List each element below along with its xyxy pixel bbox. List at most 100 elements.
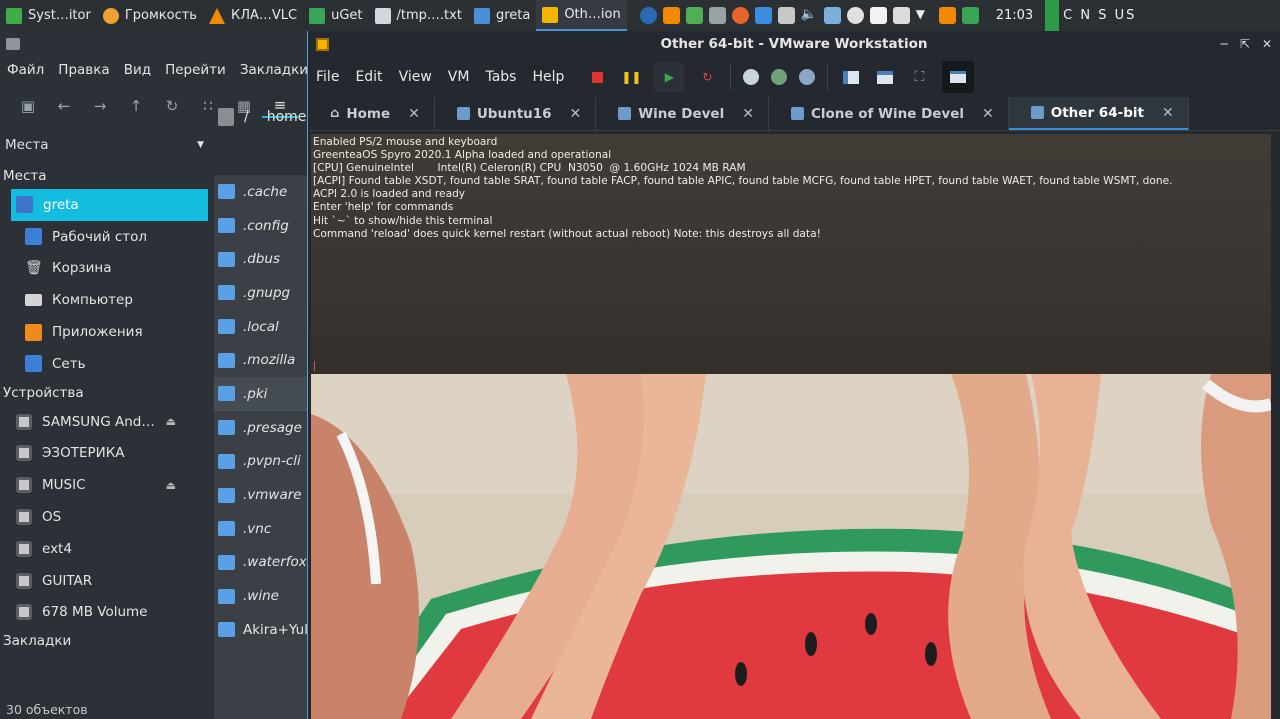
fullscreen-icon[interactable]: ⛶ <box>908 66 930 88</box>
eject-icon[interactable]: ⏏ <box>166 479 176 492</box>
forward-arrow-icon[interactable]: → <box>82 94 118 118</box>
list-item[interactable]: .mozilla <box>214 343 310 377</box>
tab-other-64bit[interactable]: Other 64-bit ✕ <box>1008 97 1189 130</box>
device-ext4[interactable]: ext4 <box>0 533 190 565</box>
menu-help[interactable]: Help <box>524 69 572 85</box>
reload-icon[interactable]: ↻ <box>154 94 190 118</box>
manage-snapshots-icon[interactable] <box>799 69 816 85</box>
list-item[interactable]: .cache <box>214 175 310 209</box>
list-item[interactable]: .gnupg <box>214 276 310 310</box>
task-volume[interactable]: Громкость <box>97 0 203 31</box>
close-icon[interactable]: ✕ <box>570 106 582 122</box>
sidebar-item-network[interactable]: Сеть <box>11 348 208 380</box>
list-item[interactable]: .local <box>214 310 310 344</box>
maximize-icon[interactable]: ⇱ <box>1240 37 1250 51</box>
sidebar-item-greta[interactable]: greta <box>11 189 208 221</box>
power-off-icon[interactable] <box>586 66 608 88</box>
menu-tabs[interactable]: Tabs <box>477 69 524 85</box>
task-label: greta <box>495 8 531 23</box>
play-icon[interactable]: ▶ <box>654 62 685 92</box>
menu-bookmarks[interactable]: Закладки <box>233 62 315 78</box>
steam-icon[interactable] <box>639 7 657 24</box>
tab-clone-wine-devel[interactable]: Clone of Wine Devel ✕ <box>769 97 1009 130</box>
menu-vm[interactable]: VM <box>440 69 478 85</box>
window-icon[interactable] <box>754 7 772 24</box>
menu-go[interactable]: Перейти <box>158 62 233 78</box>
drive-icon[interactable] <box>218 108 234 126</box>
close-icon[interactable]: ✕ <box>408 106 420 122</box>
task-text-editor[interactable]: /tmp….txt <box>369 0 468 31</box>
menu-edit[interactable]: Правка <box>51 62 116 78</box>
tab-home[interactable]: ⌂ Home ✕ <box>308 97 435 130</box>
menu-view[interactable]: View <box>391 69 440 85</box>
task-system-monitor[interactable]: Syst…itor <box>0 0 97 31</box>
wifi-icon[interactable]: ▼ <box>916 7 933 24</box>
vlc-tray-icon-2[interactable] <box>938 7 956 24</box>
uget-tray-icon[interactable] <box>961 7 979 24</box>
list-item[interactable]: .pki <box>214 377 310 411</box>
eject-icon[interactable]: ⏏ <box>166 415 176 428</box>
list-item[interactable]: .vnc <box>214 512 310 546</box>
tab-ubuntu16[interactable]: Ubuntu16 ✕ <box>435 97 597 130</box>
info-icon[interactable] <box>892 7 910 24</box>
archive-icon[interactable] <box>708 7 726 24</box>
record-icon[interactable] <box>846 7 864 24</box>
menu-view[interactable]: Вид <box>117 62 158 78</box>
task-file-manager[interactable]: greta <box>468 0 536 31</box>
folder-tray-icon[interactable] <box>685 7 703 24</box>
thumbnail-view-icon[interactable] <box>874 66 896 88</box>
list-item[interactable]: .vmware <box>214 478 310 512</box>
sidebar-item-computer[interactable]: Компьютер <box>11 284 208 316</box>
clipboard-icon[interactable] <box>777 7 795 24</box>
sidebar-item-applications[interactable]: Приложения <box>11 316 208 348</box>
device-guitar[interactable]: GUITAR <box>0 565 190 597</box>
device-music[interactable]: MUSIC ⏏ <box>0 469 190 501</box>
close-icon[interactable]: ✕ <box>1162 105 1174 121</box>
minimize-icon[interactable]: ─ <box>1221 37 1228 51</box>
device-esoterika[interactable]: ЭЗОТЕРИКА <box>0 438 190 470</box>
menu-file[interactable]: Файл <box>0 62 51 78</box>
list-item[interactable]: .pvpn-cli <box>214 445 310 479</box>
menu-edit[interactable]: Edit <box>347 69 390 85</box>
task-vlc[interactable]: КЛА…VLC <box>203 0 303 31</box>
device-samsung[interactable]: SAMSUNG And… ⏏ <box>0 406 190 438</box>
device-os[interactable]: OS <box>0 501 190 533</box>
snapshot-icon[interactable] <box>743 69 760 85</box>
close-icon[interactable]: ✕ <box>982 106 994 122</box>
network-tray-icon[interactable] <box>823 7 841 24</box>
revert-snapshot-icon[interactable] <box>771 69 788 85</box>
firefox-icon[interactable] <box>731 7 749 24</box>
new-tab-icon[interactable]: ▣ <box>10 94 46 118</box>
restart-icon[interactable]: ↻ <box>696 66 718 88</box>
guest-terminal[interactable]: Enabled PS/2 mouse and keyboard Greentea… <box>311 134 1271 374</box>
list-item[interactable]: .wine <box>214 579 310 613</box>
places-combo[interactable]: Места ▼ <box>3 133 208 157</box>
list-item[interactable]: .presage <box>214 411 310 445</box>
speaker-icon[interactable]: 🔈 <box>801 7 818 24</box>
up-arrow-icon[interactable]: ↑ <box>118 94 154 118</box>
list-item[interactable]: Akira+Yuki <box>214 613 310 647</box>
list-item[interactable]: .dbus <box>214 242 310 276</box>
close-icon[interactable]: ✕ <box>1262 37 1272 51</box>
clock[interactable]: 21:03 <box>996 8 1033 23</box>
library-view-icon[interactable] <box>840 66 862 88</box>
back-arrow-icon[interactable]: ← <box>46 94 82 118</box>
list-item[interactable]: .waterfox <box>214 546 310 580</box>
suspend-icon[interactable]: ❚❚ <box>620 66 642 88</box>
device-678mb[interactable]: 678 MB Volume <box>0 597 190 629</box>
task-uget[interactable]: uGet <box>303 0 368 31</box>
path-home[interactable]: home <box>267 109 307 125</box>
menu-file[interactable]: File <box>308 69 347 85</box>
notes-icon[interactable] <box>869 7 887 24</box>
sidebar-item-trash[interactable]: 🗑 Корзина <box>11 253 208 285</box>
list-item[interactable]: .config <box>214 209 310 243</box>
unity-view-icon[interactable] <box>942 61 975 93</box>
close-icon[interactable]: ✕ <box>742 106 754 122</box>
keyboard-layout[interactable]: C N S US <box>1063 8 1136 23</box>
tab-wine-devel[interactable]: Wine Devel ✕ <box>596 97 769 130</box>
sidebar-item-desktop[interactable]: Рабочий стол <box>11 221 208 253</box>
vm-console[interactable]: Enabled PS/2 mouse and keyboard Greentea… <box>311 134 1271 719</box>
task-vmware[interactable]: Oth…ion <box>536 0 627 31</box>
vlc-tray-icon[interactable] <box>662 7 680 24</box>
path-root[interactable]: / <box>244 109 249 125</box>
